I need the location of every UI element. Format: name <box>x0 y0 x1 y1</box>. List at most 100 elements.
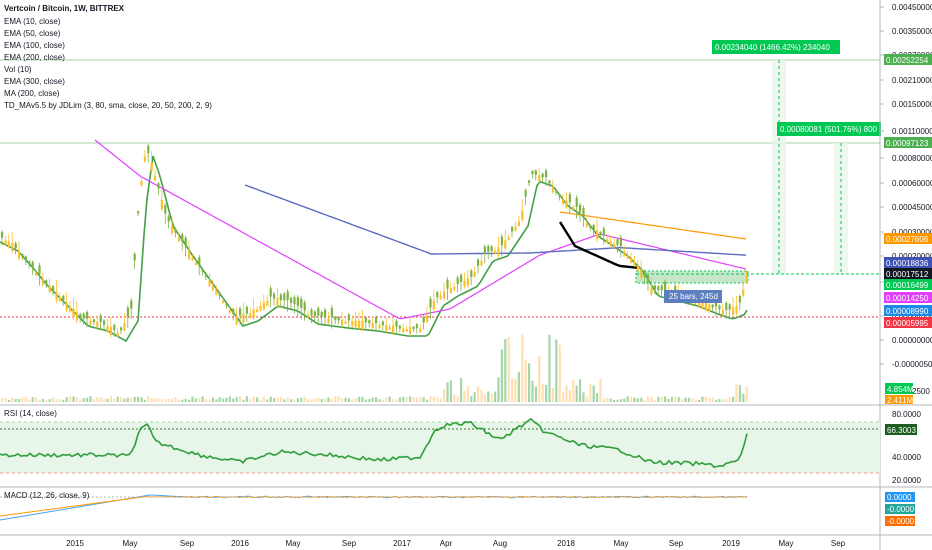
time-axis-label: Aug <box>493 539 507 548</box>
volume-bar <box>320 399 323 402</box>
price-tag: 0.00016499 <box>886 281 929 290</box>
candle-body <box>28 261 31 265</box>
candle-body <box>500 236 503 246</box>
candle-body <box>432 300 435 310</box>
candle-body <box>45 280 48 284</box>
volume-bar <box>470 396 473 402</box>
volume-bar <box>120 396 123 402</box>
volume-tag-orange: 2.411M <box>887 396 913 405</box>
volume-bar <box>184 398 187 402</box>
legend-vol[interactable]: Vol (10) <box>4 65 32 75</box>
volume-bar <box>69 396 72 402</box>
candle-body <box>545 170 548 178</box>
legend-ema50[interactable]: EMA (50, close) <box>4 29 60 39</box>
volume-bar <box>453 394 456 402</box>
candle-body <box>599 231 602 235</box>
volume-bar <box>41 398 44 402</box>
volume-bar <box>55 398 58 402</box>
candle-body <box>130 300 133 309</box>
time-axis[interactable]: 2015 May Sep 2016 May Sep 2017 Apr Aug 2018 May Sep… <box>66 539 846 548</box>
rsi-axis[interactable]: 80.0000 40.0000 20.0000 <box>892 410 921 485</box>
candle-body <box>133 253 136 261</box>
volume-bar <box>504 338 507 402</box>
volume-bar <box>674 396 677 402</box>
volume-bar <box>317 397 320 402</box>
volume-bar <box>354 397 357 402</box>
volume-bar <box>96 397 99 402</box>
candle-body <box>184 237 187 246</box>
volume-bar <box>79 399 82 402</box>
measure-label-lower: 0.00080081 (501.76%) 800 <box>780 125 878 134</box>
volume-bar <box>531 380 534 402</box>
volume-bar <box>45 399 48 402</box>
volume-bar <box>732 396 735 402</box>
volume-bar <box>575 385 578 402</box>
candle-body <box>643 271 646 277</box>
candle-body <box>48 286 51 293</box>
price-axis-tick: 0.00150000 <box>892 100 932 109</box>
legend-ema100[interactable]: EMA (100, close) <box>4 41 65 51</box>
candle-body <box>232 308 235 314</box>
candle-body <box>191 257 194 261</box>
volume-bar <box>266 399 269 402</box>
candle-body <box>405 329 408 332</box>
candle-body <box>225 302 228 306</box>
legend-td-ma[interactable]: TD_MAv5.5 by JDLim (3, 80, sma, close, 2… <box>4 101 212 111</box>
candle-body <box>507 237 510 241</box>
candle-body <box>58 297 61 301</box>
candle-body <box>21 254 24 257</box>
candle-body <box>86 311 89 319</box>
candle-body <box>99 315 102 323</box>
legend-ema200[interactable]: EMA (200, close) <box>4 53 65 63</box>
candle-body <box>708 304 711 312</box>
volume-bar <box>290 399 293 402</box>
candle-body <box>341 319 344 326</box>
candle-body <box>521 210 524 220</box>
candle-body <box>208 280 211 286</box>
macd-legend[interactable]: MACD (12, 26, close, 9) <box>4 491 90 500</box>
price-tag: 0.00027606 <box>886 235 929 244</box>
candle-body <box>378 325 381 329</box>
rsi-legend[interactable]: RSI (14, close) <box>4 409 57 418</box>
candle-body <box>242 313 245 323</box>
candle-body <box>259 306 262 311</box>
volume-bar <box>711 397 714 402</box>
candle-body <box>704 302 707 311</box>
volume-bar <box>164 399 167 402</box>
candle-body <box>55 291 58 301</box>
candle-body <box>664 281 667 291</box>
legend-ma200[interactable]: MA (200, close) <box>4 89 60 99</box>
volume-bar <box>279 397 282 402</box>
volume-bar <box>174 397 177 402</box>
legend-ema10[interactable]: EMA (10, close) <box>4 17 60 27</box>
volume-bar <box>511 378 514 402</box>
candle-body <box>385 325 388 331</box>
candle-body <box>123 322 126 331</box>
volume-bar <box>436 397 439 402</box>
candle-body <box>640 270 643 279</box>
candle-body <box>120 327 123 331</box>
volume-bar <box>75 397 78 402</box>
volume-bar <box>606 397 609 402</box>
volume-bar <box>521 334 524 402</box>
volume-bar <box>398 397 401 402</box>
volume-bar <box>262 396 265 402</box>
ema50-line <box>94 139 747 320</box>
volume-bar <box>215 399 218 402</box>
time-axis-label: 2018 <box>557 539 575 548</box>
price-axis-tick: 0.00110000 <box>892 127 932 136</box>
volume-bar <box>235 397 238 402</box>
time-axis-label: May <box>613 539 628 548</box>
chart-canvas[interactable]: 25 bars, 245d 0.00234040 (1466.42%) 2340… <box>0 0 932 550</box>
candle-body <box>439 295 442 299</box>
price-tag: 0.00017512 <box>886 270 929 279</box>
ema200-line <box>244 184 747 256</box>
chart-title[interactable]: Vertcoin / Bitcoin, 1W, BITTREX <box>4 4 124 14</box>
candle-body <box>534 170 537 175</box>
candle-body <box>568 194 571 203</box>
candle-body <box>541 173 544 178</box>
volume-bar <box>7 399 10 402</box>
volume-bar <box>371 397 374 402</box>
legend-ema300[interactable]: EMA (300, close) <box>4 77 65 87</box>
candle-body <box>524 190 527 197</box>
